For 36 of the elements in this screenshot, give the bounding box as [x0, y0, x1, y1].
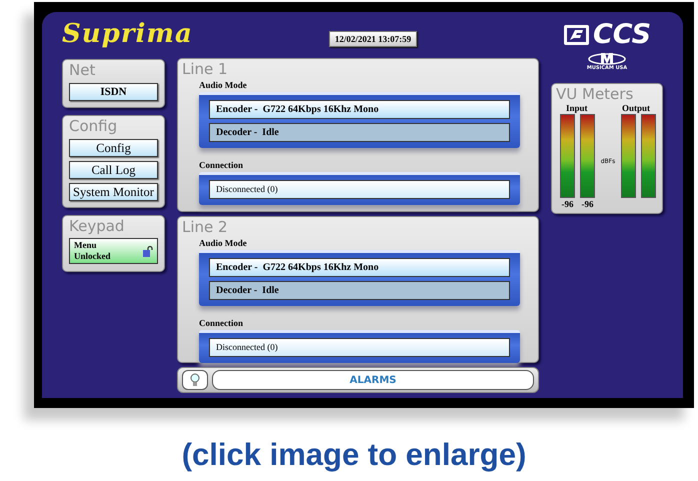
meter-label: Output: [622, 103, 650, 113]
ccs-logo: CCS: [562, 20, 652, 50]
mode-row: Encoder - G722 64Kbps 16Khz Mono: [209, 258, 510, 277]
menu-button[interactable]: Call Log: [69, 161, 158, 179]
meter-reading: -96: [562, 199, 574, 209]
mode-row: Decoder - Idle: [209, 123, 510, 142]
panel-title: VU Meters: [556, 86, 634, 103]
section-label: Connection: [199, 160, 244, 171]
connection-status: Disconnected (0): [209, 180, 510, 199]
connection-status: Disconnected (0): [209, 338, 510, 357]
panel-title: Line 1: [182, 61, 229, 78]
section-label: Audio Mode: [199, 80, 248, 91]
meter-reading: -96: [582, 199, 594, 209]
section-label: Audio Mode: [199, 238, 248, 249]
mode-row: Decoder - Idle: [209, 281, 510, 300]
brand-title: Suprima: [62, 18, 194, 51]
keypad-state: Unlocked: [74, 251, 111, 261]
enlarge-caption[interactable]: (click image to enlarge): [10, 437, 698, 473]
menu-button[interactable]: ISDN: [69, 83, 158, 101]
meter-label: Input: [566, 103, 588, 113]
menu-button[interactable]: Config: [69, 139, 158, 157]
lightbulb-icon: [190, 373, 200, 387]
alarms-button[interactable]: ALARMS: [212, 370, 534, 390]
logo-icon: [562, 24, 590, 46]
section-label: Connection: [199, 318, 244, 329]
panel-title: Line 2: [182, 219, 229, 236]
panel-title: Keypad: [69, 218, 126, 235]
date-time: 12/02/2021 13:07:59: [328, 31, 418, 47]
panel-title: Config: [69, 118, 118, 135]
keypad-label: Menu: [74, 240, 96, 250]
unlocked-padlock-icon: [142, 246, 153, 256]
keypad-lock-button[interactable]: Menu Unlocked: [69, 238, 158, 264]
mode-row: Encoder - G722 64Kbps 16Khz Mono: [209, 100, 510, 119]
lightbulb-button[interactable]: [182, 370, 208, 390]
panel-title: Net: [69, 62, 96, 79]
menu-button[interactable]: System Monitor: [69, 183, 158, 201]
